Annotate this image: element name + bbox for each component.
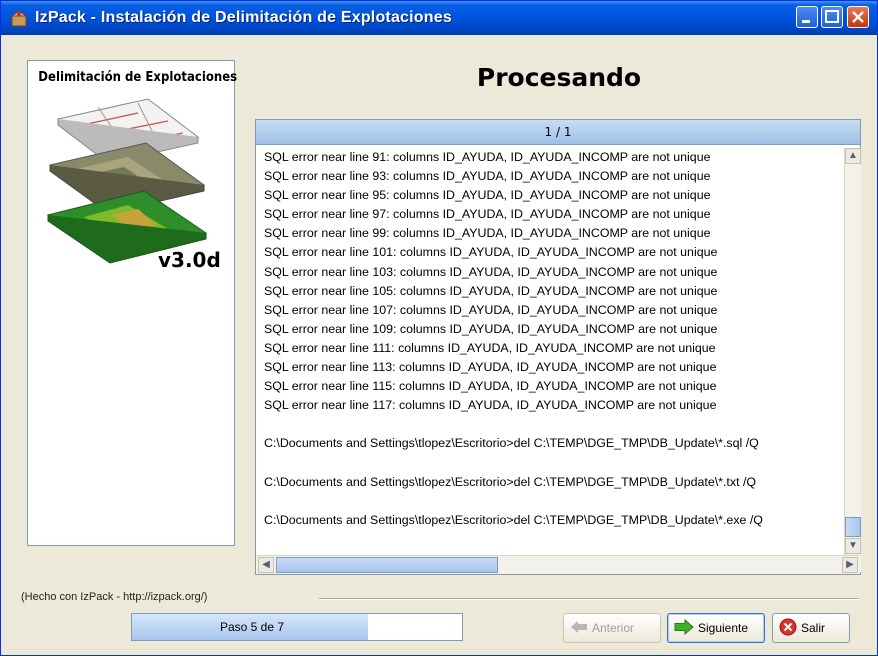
arrow-left-icon	[570, 620, 588, 637]
progress-label: Paso 5 de 7	[219, 620, 285, 634]
log-text-area[interactable]: SQL error near line 91: columns ID_AYUDA…	[264, 148, 850, 548]
log-panel-header: 1 / 1	[256, 120, 860, 145]
exit-button[interactable]: Salir	[772, 613, 850, 643]
horizontal-scroll-thumb[interactable]	[276, 557, 498, 573]
previous-button-label: Anterior	[592, 621, 635, 635]
next-button[interactable]: Siguiente	[667, 613, 765, 643]
vertical-scrollbar[interactable]: ▲ ▼	[844, 148, 861, 572]
log-line: SQL error near line 93: columns ID_AYUDA…	[264, 169, 711, 184]
vertical-scroll-thumb[interactable]	[845, 517, 861, 537]
scroll-right-arrow-icon[interactable]: ▶	[842, 557, 858, 573]
installer-app-icon	[9, 8, 29, 28]
sidebar-title: Delimitación de Explotaciones	[38, 70, 238, 85]
next-button-label: Siguiente	[698, 621, 749, 635]
log-line: C:\Documents and Settings\tlopez\Escrito…	[264, 512, 763, 527]
log-line: SQL error near line 103: columns ID_AYUD…	[264, 264, 718, 279]
installer-window: IzPack - Instalación de Delimitación de …	[0, 0, 878, 656]
log-line: C:\Documents and Settings\tlopez\Escrito…	[264, 436, 759, 451]
credit-text: (Hecho con IzPack - http://izpack.org/)	[21, 591, 208, 603]
title-bar[interactable]: IzPack - Instalación de Delimitación de …	[1, 1, 877, 35]
log-line: SQL error near line 113: columns ID_AYUD…	[264, 360, 717, 375]
scroll-down-arrow-icon[interactable]: ▼	[845, 538, 861, 554]
log-line: SQL error near line 115: columns ID_AYUD…	[264, 379, 717, 394]
log-line: SQL error near line 105: columns ID_AYUD…	[264, 283, 718, 298]
log-line: SQL error near line 101: columns ID_AYUD…	[264, 245, 718, 260]
scroll-up-arrow-icon[interactable]: ▲	[845, 148, 861, 164]
log-line: SQL error near line 107: columns ID_AYUD…	[264, 302, 718, 317]
window-title: IzPack - Instalación de Delimitación de …	[35, 9, 452, 26]
log-line: C:\Documents and Settings\tlopez\Escrito…	[264, 474, 757, 489]
log-line: SQL error near line 95: columns ID_AYUDA…	[264, 188, 711, 203]
exit-button-label: Salir	[801, 621, 826, 635]
maximize-button[interactable]	[821, 6, 843, 28]
page-title: Procesando	[476, 63, 642, 92]
log-line: SQL error near line 109: columns ID_AYUD…	[264, 321, 718, 336]
arrow-right-icon	[674, 618, 694, 638]
step-progress-bar: Paso 5 de 7	[131, 613, 463, 641]
log-line: SQL error near line 99: columns ID_AYUDA…	[264, 226, 711, 241]
minimize-button[interactable]	[796, 6, 818, 28]
log-line: SQL error near line 91: columns ID_AYUDA…	[264, 150, 711, 164]
log-line: SQL error near line 97: columns ID_AYUDA…	[264, 207, 711, 222]
layered-terrain-map-image	[46, 98, 208, 264]
log-line: SQL error near line 117: columns ID_AYUD…	[264, 398, 717, 413]
sidebar-image-panel: Delimitación de Explotaciones v3.0d	[27, 60, 238, 546]
log-line: SQL error near line 111: columns ID_AYUD…	[264, 340, 716, 355]
version-label: v3.0d	[158, 248, 221, 272]
horizontal-scrollbar[interactable]: ◀ ▶	[256, 555, 860, 574]
footer-divider	[319, 598, 859, 600]
scroll-left-arrow-icon[interactable]: ◀	[258, 557, 274, 573]
log-panel: 1 / 1 SQL error near line 91: columns ID…	[255, 119, 861, 575]
close-circle-icon	[779, 618, 797, 639]
previous-button[interactable]: Anterior	[563, 613, 661, 643]
close-button[interactable]	[847, 6, 869, 28]
